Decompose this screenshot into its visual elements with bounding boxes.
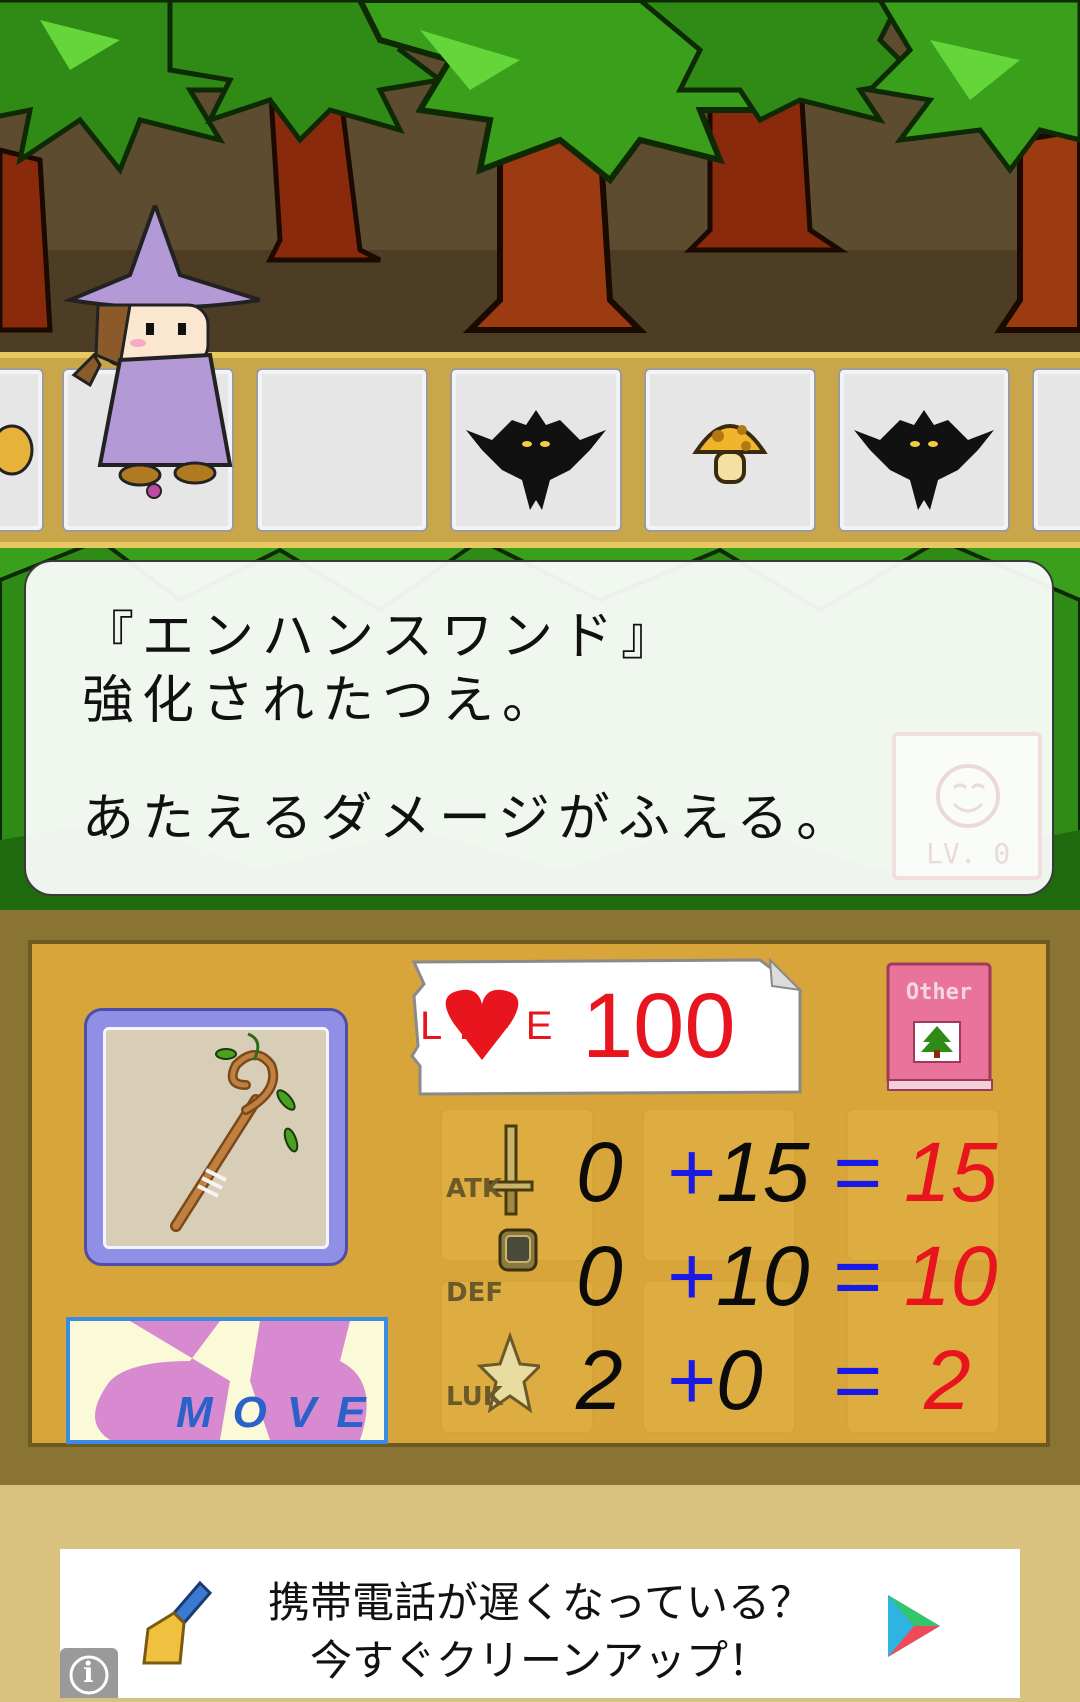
stat-bonus-value: 15	[716, 1125, 810, 1219]
bat-enemy-icon	[466, 410, 606, 510]
stat-total-value: 2	[924, 1333, 971, 1427]
stat-total-value: 10	[904, 1229, 998, 1323]
move-button-label: MOVE	[176, 1388, 386, 1437]
ad-headline: 携帯電話が遅くなっている？	[268, 1578, 812, 1627]
game-scene: 『エンハンスワンド』 強化されたつえ。 あたえるダメージがふえる。 LV. 0	[0, 0, 1080, 910]
equipped-item-slot[interactable]	[84, 1008, 348, 1266]
item-effect-line: あたえるダメージがふえる。	[82, 789, 857, 849]
stat-row-atk: ATK 0 + 15 = 15	[440, 1124, 1020, 1224]
stat-base-value: 2	[576, 1333, 623, 1427]
stat-label: DEF	[446, 1278, 504, 1308]
stat-plus: +	[666, 1125, 716, 1219]
item-icon	[0, 424, 34, 476]
stat-total-value: 15	[904, 1125, 998, 1219]
play-store-icon	[888, 1595, 940, 1657]
bat-enemy-icon	[854, 410, 994, 510]
wand-icon	[170, 1032, 299, 1232]
mood-level: LV. 0	[926, 837, 1011, 870]
ad-subline: 今すぐクリーンアップ！	[310, 1636, 770, 1685]
stat-row-def: DEF 0 + 10 = 10	[440, 1228, 1020, 1328]
life-label: LIFE	[420, 1004, 569, 1048]
stat-label: LUK	[446, 1382, 503, 1412]
stat-label: ATK	[446, 1174, 502, 1204]
equipped-item-frame	[103, 1027, 329, 1249]
stat-equals: =	[832, 1125, 882, 1219]
stat-base-value: 0	[576, 1125, 623, 1219]
board-tile-enemy	[838, 368, 1010, 532]
smiley-icon	[936, 764, 1000, 828]
stat-equals: =	[832, 1333, 882, 1427]
stat-equals: =	[832, 1229, 882, 1323]
stat-row-luk: LUK 2 + 0 = 2	[440, 1332, 1020, 1432]
board-tile	[256, 368, 428, 532]
witch-player-character	[62, 205, 260, 499]
item-description-line: 強化されたつえ。	[82, 671, 563, 731]
board-tile	[1032, 368, 1080, 532]
stat-bonus-value: 10	[716, 1229, 810, 1323]
stat-base-value: 0	[576, 1229, 623, 1323]
ad-info-label: i	[83, 1656, 94, 1689]
stat-plus: +	[666, 1333, 716, 1427]
ad-banner[interactable]: 携帯電話が遅くなっている？ 今すぐクリーンアップ！	[60, 1549, 1020, 1698]
other-book-label: Other	[905, 980, 973, 1005]
life-value: 100	[582, 975, 736, 1077]
stat-bonus-value: 0	[716, 1333, 763, 1427]
board-tile-item	[644, 368, 816, 532]
mushroom-icon	[692, 424, 768, 484]
ad-info-button[interactable]: i	[60, 1648, 118, 1698]
stat-plus: +	[666, 1229, 716, 1323]
move-button[interactable]: MOVE	[66, 1317, 388, 1444]
item-description-dialog: 『エンハンスワンド』 強化されたつえ。 あたえるダメージがふえる。 LV. 0	[24, 560, 1054, 896]
board-tile	[0, 368, 44, 532]
board-tile-enemy	[450, 368, 622, 532]
mood-indicator: LV. 0	[892, 732, 1042, 880]
